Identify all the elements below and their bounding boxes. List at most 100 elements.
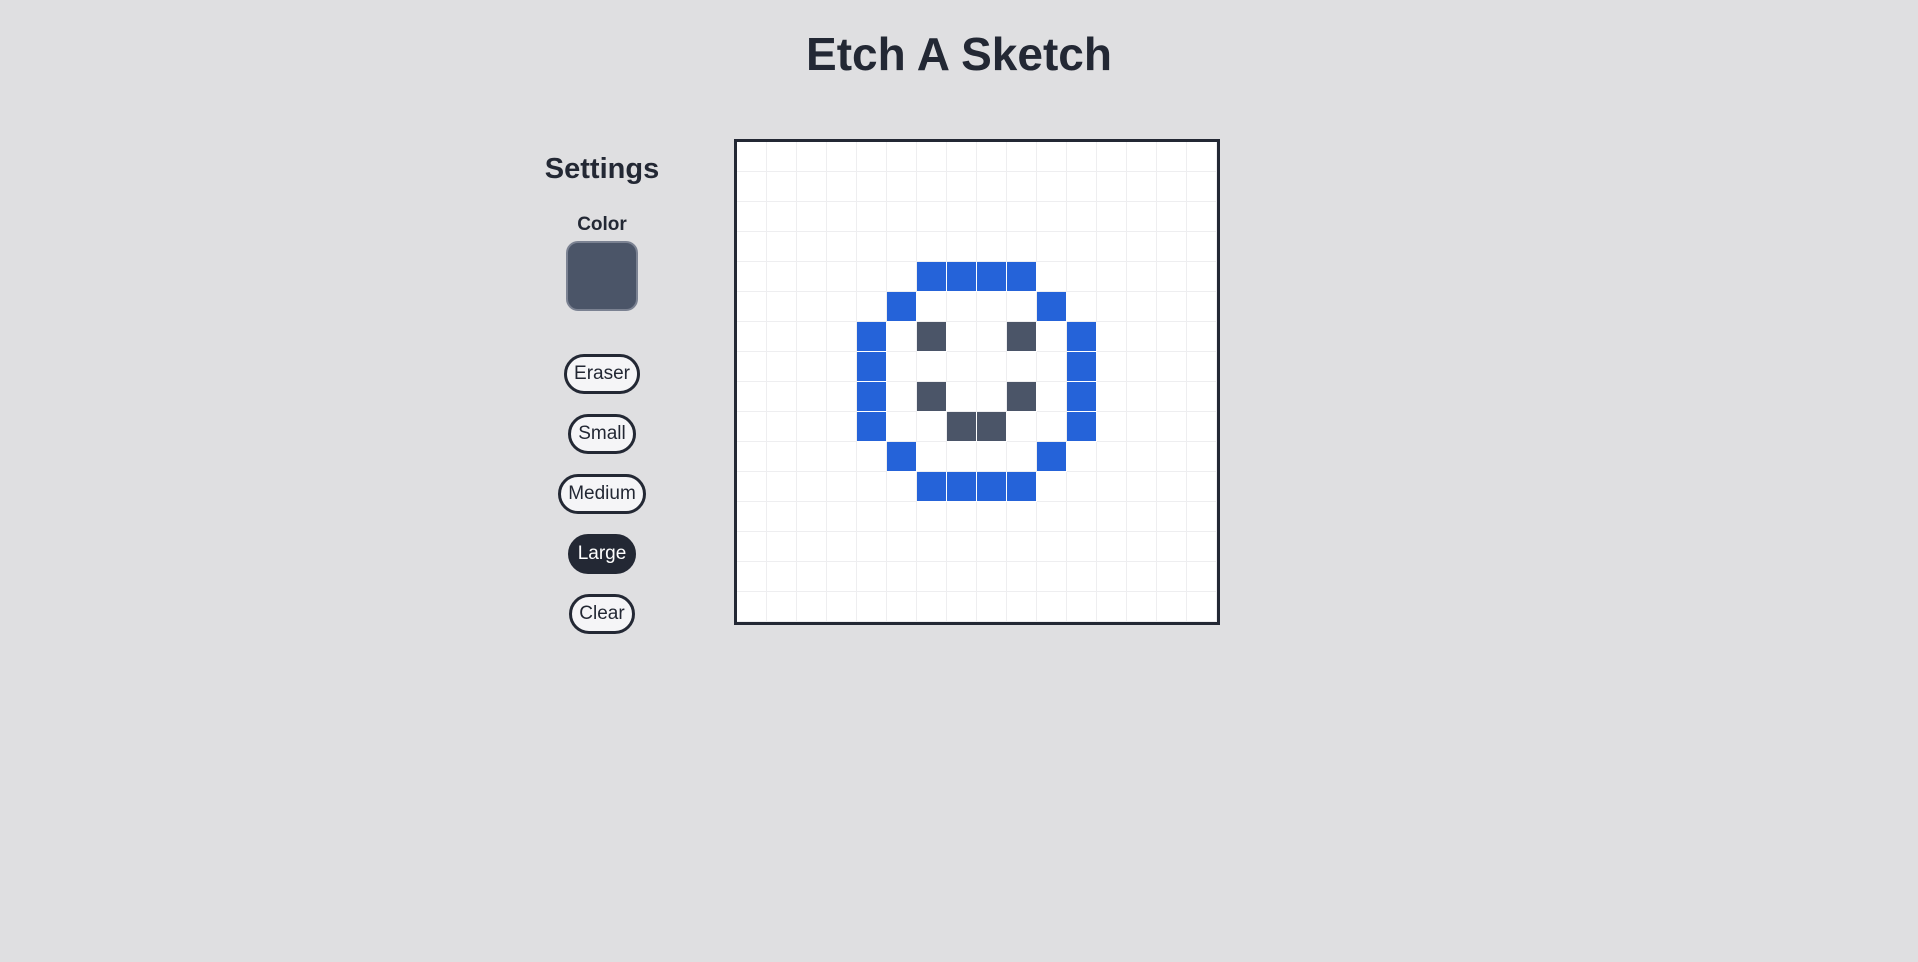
grid-cell[interactable] — [1037, 202, 1067, 232]
grid-cell[interactable] — [1127, 412, 1157, 442]
grid-cell[interactable] — [827, 202, 857, 232]
grid-cell[interactable] — [857, 292, 887, 322]
grid-cell[interactable] — [1127, 532, 1157, 562]
grid-cell[interactable] — [917, 232, 947, 262]
grid-cell[interactable] — [767, 502, 797, 532]
grid-cell[interactable] — [797, 172, 827, 202]
grid-cell[interactable] — [917, 172, 947, 202]
grid-cell[interactable] — [947, 532, 977, 562]
grid-cell[interactable] — [977, 472, 1007, 502]
grid-cell[interactable] — [977, 262, 1007, 292]
grid-cell[interactable] — [947, 232, 977, 262]
grid-cell[interactable] — [1157, 442, 1187, 472]
grid-cell[interactable] — [797, 472, 827, 502]
grid-cell[interactable] — [1067, 502, 1097, 532]
grid-cell[interactable] — [887, 382, 917, 412]
grid-cell[interactable] — [1007, 202, 1037, 232]
grid-cell[interactable] — [737, 322, 767, 352]
grid-cell[interactable] — [947, 262, 977, 292]
grid-cell[interactable] — [1007, 412, 1037, 442]
grid-cell[interactable] — [1157, 262, 1187, 292]
grid-cell[interactable] — [887, 592, 917, 622]
medium-size-button[interactable]: Medium — [558, 474, 646, 514]
grid-cell[interactable] — [1007, 352, 1037, 382]
grid-cell[interactable] — [887, 532, 917, 562]
grid-cell[interactable] — [767, 472, 797, 502]
grid-cell[interactable] — [767, 232, 797, 262]
grid-cell[interactable] — [917, 352, 947, 382]
grid-cell[interactable] — [887, 562, 917, 592]
grid-cell[interactable] — [947, 502, 977, 532]
grid-cell[interactable] — [1127, 292, 1157, 322]
grid-cell[interactable] — [947, 592, 977, 622]
grid-cell[interactable] — [1097, 442, 1127, 472]
grid-cell[interactable] — [797, 532, 827, 562]
grid-cell[interactable] — [767, 382, 797, 412]
grid-cell[interactable] — [767, 172, 797, 202]
grid-cell[interactable] — [1187, 322, 1217, 352]
grid-cell[interactable] — [827, 172, 857, 202]
grid-cell[interactable] — [857, 442, 887, 472]
grid-cell[interactable] — [1097, 502, 1127, 532]
grid-cell[interactable] — [1067, 262, 1097, 292]
grid-cell[interactable] — [767, 322, 797, 352]
grid-cell[interactable] — [857, 502, 887, 532]
grid-cell[interactable] — [917, 292, 947, 322]
sketch-board[interactable] — [734, 139, 1220, 625]
grid-cell[interactable] — [857, 592, 887, 622]
grid-cell[interactable] — [797, 442, 827, 472]
grid-cell[interactable] — [767, 592, 797, 622]
grid-cell[interactable] — [797, 232, 827, 262]
grid-cell[interactable] — [797, 352, 827, 382]
grid-cell[interactable] — [797, 562, 827, 592]
grid-cell[interactable] — [1037, 172, 1067, 202]
grid-cell[interactable] — [827, 592, 857, 622]
grid-cell[interactable] — [917, 592, 947, 622]
grid-cell[interactable] — [1157, 292, 1187, 322]
grid-cell[interactable] — [947, 412, 977, 442]
grid-cell[interactable] — [977, 352, 1007, 382]
grid-cell[interactable] — [947, 142, 977, 172]
grid-cell[interactable] — [917, 142, 947, 172]
grid-cell[interactable] — [857, 472, 887, 502]
grid-cell[interactable] — [887, 202, 917, 232]
grid-cell[interactable] — [1157, 502, 1187, 532]
grid-cell[interactable] — [737, 532, 767, 562]
grid-cell[interactable] — [977, 202, 1007, 232]
grid-cell[interactable] — [917, 322, 947, 352]
grid-cell[interactable] — [1097, 292, 1127, 322]
grid-cell[interactable] — [827, 382, 857, 412]
grid-cell[interactable] — [827, 352, 857, 382]
grid-cell[interactable] — [1127, 232, 1157, 262]
grid-cell[interactable] — [1187, 292, 1217, 322]
grid-cell[interactable] — [947, 292, 977, 322]
grid-cell[interactable] — [1067, 442, 1097, 472]
grid-cell[interactable] — [977, 592, 1007, 622]
grid-cell[interactable] — [1157, 562, 1187, 592]
grid-cell[interactable] — [827, 142, 857, 172]
grid-cell[interactable] — [1127, 502, 1157, 532]
grid-cell[interactable] — [887, 142, 917, 172]
grid-cell[interactable] — [737, 292, 767, 322]
grid-cell[interactable] — [917, 442, 947, 472]
grid-cell[interactable] — [1007, 442, 1037, 472]
grid-cell[interactable] — [887, 262, 917, 292]
grid-cell[interactable] — [827, 262, 857, 292]
grid-cell[interactable] — [947, 382, 977, 412]
grid-cell[interactable] — [887, 292, 917, 322]
grid-cell[interactable] — [887, 412, 917, 442]
grid-cell[interactable] — [767, 532, 797, 562]
grid-cell[interactable] — [1127, 592, 1157, 622]
grid-cell[interactable] — [977, 292, 1007, 322]
grid-cell[interactable] — [1127, 172, 1157, 202]
grid-cell[interactable] — [1037, 232, 1067, 262]
grid-cell[interactable] — [917, 532, 947, 562]
grid-cell[interactable] — [1007, 472, 1037, 502]
grid-cell[interactable] — [977, 142, 1007, 172]
grid-cell[interactable] — [1097, 562, 1127, 592]
grid-cell[interactable] — [947, 352, 977, 382]
grid-cell[interactable] — [887, 232, 917, 262]
small-size-button[interactable]: Small — [568, 414, 636, 454]
grid-cell[interactable] — [947, 202, 977, 232]
grid-cell[interactable] — [857, 532, 887, 562]
